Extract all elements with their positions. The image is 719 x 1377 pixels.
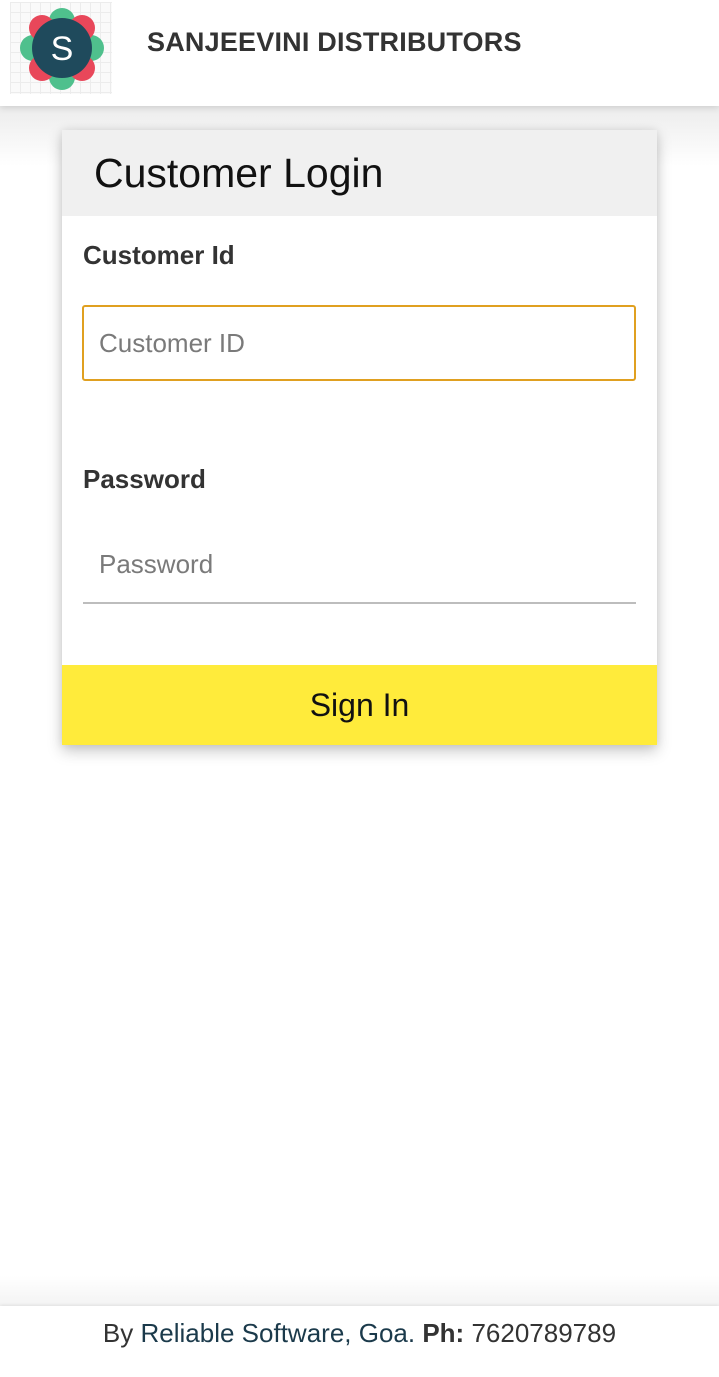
footer-company-link[interactable]: Reliable Software, Goa. bbox=[141, 1318, 416, 1348]
footer-phone-number: 7620789789 bbox=[471, 1318, 617, 1348]
logo-graphic: S bbox=[20, 8, 104, 90]
password-label: Password bbox=[83, 464, 206, 494]
app-header: S SANJEEVINI DISTRIBUTORS bbox=[0, 0, 719, 106]
sign-in-button[interactable]: Sign In bbox=[62, 665, 657, 745]
customer-id-label: Customer Id bbox=[83, 240, 235, 270]
sanjeevini-logo-icon[interactable]: S bbox=[10, 2, 112, 94]
footer-prefix: By bbox=[102, 1318, 134, 1348]
customer-id-input[interactable] bbox=[82, 305, 636, 381]
page-title: Customer Login bbox=[94, 150, 384, 196]
login-card: Customer Login Customer Id Password Sign… bbox=[62, 130, 657, 745]
password-input[interactable] bbox=[83, 527, 636, 604]
footer-phone-label: Ph: bbox=[422, 1318, 465, 1348]
login-card-header: Customer Login bbox=[62, 130, 657, 216]
company-name: SANJEEVINI DISTRIBUTORS bbox=[147, 27, 522, 57]
logo-letter: S bbox=[51, 30, 74, 68]
footer: By Reliable Software, Goa. Ph: 762078978… bbox=[0, 1306, 719, 1377]
